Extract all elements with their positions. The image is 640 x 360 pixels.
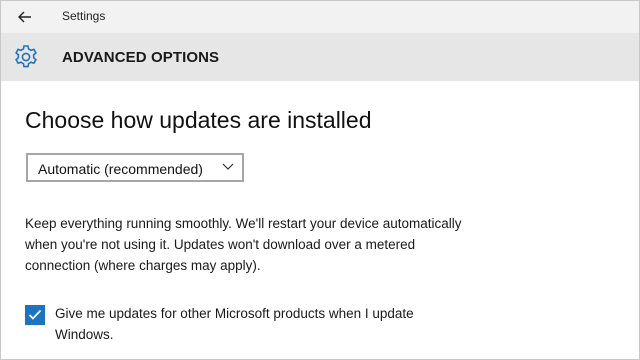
other-products-checkbox-label[interactable]: Give me updates for other Microsoft prod… xyxy=(55,303,475,345)
description-text: Keep everything running smoothly. We'll … xyxy=(25,216,462,273)
chevron-down-icon xyxy=(222,163,234,170)
checkmark-icon xyxy=(28,309,42,320)
page-header-title: ADVANCED OPTIONS xyxy=(62,49,220,66)
settings-window: Settings ADVANCED OPTIONS Choose how upd… xyxy=(0,0,640,360)
gear-icon xyxy=(15,45,37,68)
section-title: Choose how updates are installed xyxy=(25,107,372,133)
other-products-checkbox[interactable] xyxy=(25,305,45,325)
dropdown-selected-value: Automatic (recommended) xyxy=(38,161,203,177)
app-title: Settings xyxy=(62,9,106,23)
title-bar: Settings xyxy=(1,1,639,33)
back-button[interactable] xyxy=(7,3,43,31)
arrow-left-icon xyxy=(18,11,31,23)
page-header: ADVANCED OPTIONS xyxy=(1,33,639,81)
install-mode-dropdown[interactable]: Automatic (recommended) xyxy=(26,153,244,182)
